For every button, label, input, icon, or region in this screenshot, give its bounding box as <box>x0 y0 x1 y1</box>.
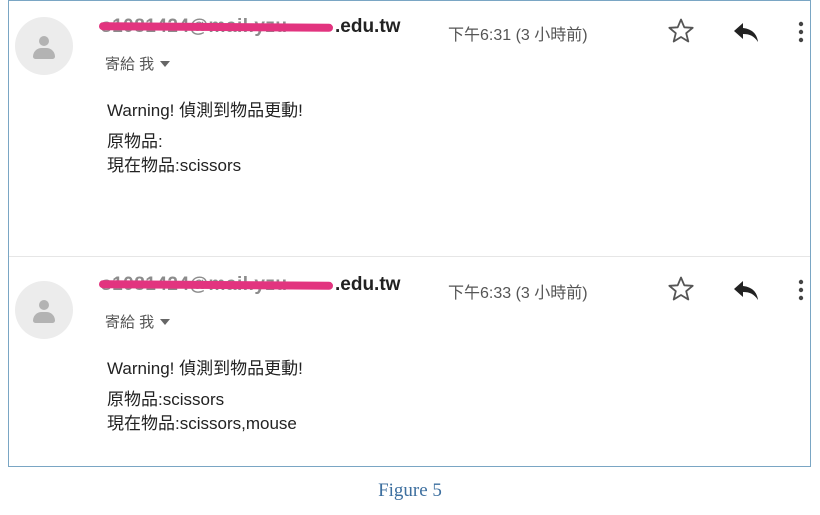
reply-icon[interactable] <box>731 277 761 303</box>
redacted-sender-name: s1081424@mail.yzu <box>98 273 335 295</box>
email-message: s1081424@mail.yzu .edu.tw 下午6:31 (3 小時前)… <box>9 1 810 233</box>
sender-address[interactable]: s1081424@mail.yzu .edu.tw <box>98 273 401 299</box>
body-line: Warning! 偵測到物品更動! <box>107 101 303 120</box>
reply-icon[interactable] <box>731 19 761 45</box>
email-body: Warning! 偵測到物品更動! 原物品: 現在物品:scissors <box>107 99 303 178</box>
caret-down-icon <box>160 61 171 67</box>
star-icon[interactable] <box>667 17 695 45</box>
person-avatar-icon[interactable] <box>15 17 73 75</box>
body-line: 原物品: <box>107 132 163 151</box>
body-line: Warning! 偵測到物品更動! <box>107 359 303 378</box>
more-vert-icon[interactable] <box>796 277 806 305</box>
recipients-label: 寄給 我 <box>105 56 155 73</box>
figure-caption: Figure 5 <box>378 480 442 501</box>
sender-domain: .edu.tw <box>335 274 401 295</box>
email-thread-screenshot: s1081424@mail.yzu .edu.tw 下午6:31 (3 小時前)… <box>8 0 811 467</box>
recipients-toggle[interactable]: 寄給 我 <box>105 53 171 74</box>
email-message: s1081424@mail.yzu .edu.tw 下午6:33 (3 小時前)… <box>9 259 810 466</box>
body-line: 現在物品:scissors <box>107 156 242 175</box>
redacted-sender-name: s1081424@mail.yzu <box>98 15 335 37</box>
caret-down-icon <box>160 319 171 325</box>
recipients-label: 寄給 我 <box>105 314 155 331</box>
sender-domain: .edu.tw <box>335 16 401 37</box>
body-line: 原物品:scissors <box>107 390 225 409</box>
message-divider <box>9 256 810 257</box>
more-vert-icon[interactable] <box>796 19 806 47</box>
sender-address[interactable]: s1081424@mail.yzu .edu.tw <box>98 15 401 41</box>
email-body: Warning! 偵測到物品更動! 原物品:scissors 現在物品:scis… <box>107 357 303 436</box>
email-timestamp: 下午6:31 (3 小時前) <box>448 27 588 44</box>
email-timestamp: 下午6:33 (3 小時前) <box>448 285 588 302</box>
person-avatar-icon[interactable] <box>15 281 73 339</box>
body-line: 現在物品:scissors,mouse <box>107 414 297 433</box>
star-icon[interactable] <box>667 275 695 303</box>
recipients-toggle[interactable]: 寄給 我 <box>105 311 171 332</box>
